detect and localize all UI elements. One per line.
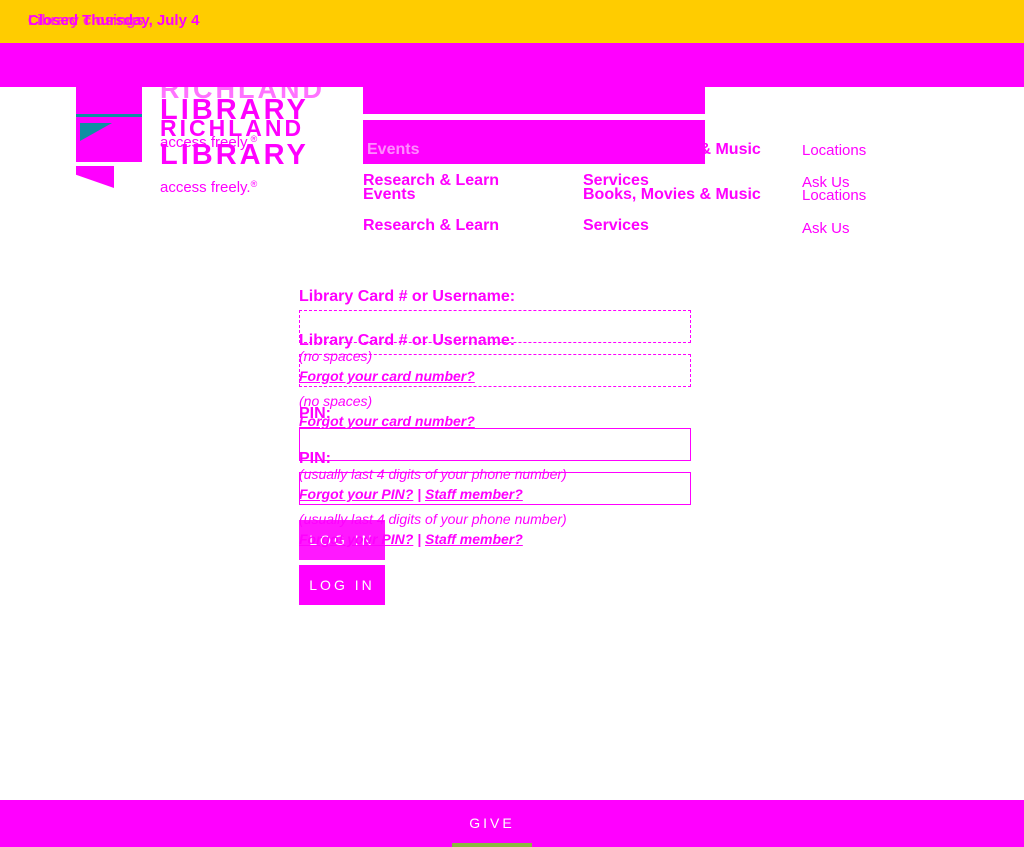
logo-triangle-icon	[80, 123, 112, 141]
card-field[interactable]	[299, 354, 691, 387]
logo-tagline: access freely.®	[160, 179, 258, 196]
pin-hint: (usually last 4 digits of your phone num…	[299, 511, 567, 527]
login-button[interactable]: LOG IN	[299, 565, 385, 605]
card-label-ghost: Library Card # or Username:	[299, 288, 516, 305]
card-label: Library Card # or Username:	[299, 332, 516, 349]
nav-askus[interactable]: Ask Us	[802, 220, 850, 237]
nav-books-ghost[interactable]: Books, Movies & Music	[583, 141, 761, 159]
nav-locations-ghost[interactable]: Locations	[802, 142, 866, 159]
give-underline	[452, 843, 532, 847]
forgot-pin-link[interactable]: Forgot your PIN?	[299, 531, 413, 547]
nav-highlight-bar	[363, 87, 705, 114]
pin-field[interactable]	[299, 472, 691, 505]
forgot-card-link[interactable]: Forgot your card number?	[299, 413, 475, 429]
pin-links-row: Forgot your PIN? | Staff member?	[299, 531, 523, 547]
alert-closings-text[interactable]: Library closings	[28, 12, 144, 29]
give-link[interactable]: GIVE	[452, 815, 532, 831]
logo-name-bottom: LIBRARY	[160, 139, 309, 171]
forgot-card-row: Forgot your card number?	[299, 413, 475, 429]
nav-services[interactable]: Services	[583, 217, 649, 235]
pin-label: PIN:	[299, 450, 331, 467]
nav-locations[interactable]: Locations	[802, 187, 866, 204]
header-band	[0, 43, 1024, 87]
staff-link[interactable]: Staff member?	[425, 531, 523, 547]
pin-field-ghost[interactable]	[299, 428, 691, 461]
logo-stripe	[76, 114, 142, 117]
nav-events[interactable]: Events	[363, 186, 415, 204]
logo-name-top: RICHLAND	[160, 115, 305, 141]
nav-events-ghost[interactable]: Events	[367, 141, 419, 159]
card-hint: (no spaces)	[299, 393, 373, 409]
nav-research[interactable]: Research & Learn	[363, 217, 499, 235]
nav-books[interactable]: Books, Movies & Music	[583, 186, 761, 204]
separator: |	[417, 531, 422, 547]
logo-flap-icon	[76, 166, 114, 188]
